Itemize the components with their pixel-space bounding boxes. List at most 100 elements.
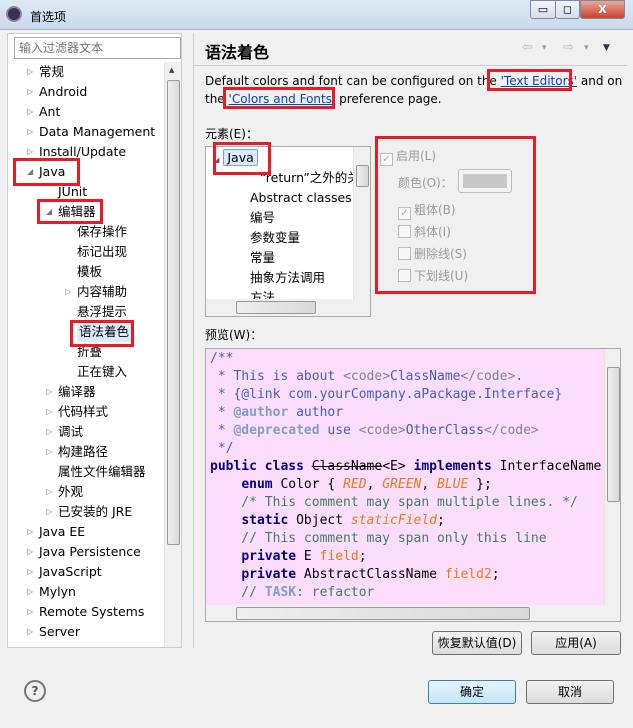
help-icon[interactable]: ? [24, 680, 46, 702]
preference-tree: ▷ 常规 ▷ Android ▷ Ant ▷ Data Management ▷ Install/… [8, 62, 168, 647]
tree-item-label: Android [39, 84, 88, 99]
tree-item-label: 悬浮提示 [77, 304, 128, 319]
preview-hscroll[interactable] [206, 605, 620, 621]
tree-item-label: Install/Update [39, 144, 127, 159]
cancel-button[interactable]: 取消 [526, 680, 614, 704]
expand-arrow-icon[interactable]: ▷ [46, 422, 52, 442]
element-hscroll[interactable] [206, 299, 370, 316]
expand-arrow-icon[interactable]: ▷ [65, 282, 71, 302]
expand-arrow-icon[interactable]: ▷ [27, 542, 33, 562]
code-token: */ [210, 441, 234, 456]
code-token: InterfaceName [491, 459, 602, 474]
code-token: Color { [272, 477, 344, 492]
restore-defaults-button[interactable]: 恢复默认值(D) [432, 631, 522, 655]
expand-arrow-icon[interactable]: ▷ [27, 522, 33, 542]
code-token: ClassName [311, 459, 383, 474]
forward-dropdown-icon[interactable]: ▾ [584, 43, 589, 53]
expand-arrow-icon[interactable]: ▷ [46, 442, 52, 462]
element-item[interactable]: 抽象方法调用 [250, 268, 325, 288]
code-token: BLUE [437, 477, 469, 492]
expand-arrow-icon[interactable]: ▷ [46, 382, 52, 402]
enable-checkbox[interactable]: ✓ 启用(L) [380, 147, 436, 166]
tree-item-label: 正在键入 [77, 364, 128, 379]
tree-item-label: Java Persistence [39, 544, 141, 559]
maximize-button[interactable]: ◻ [555, 0, 580, 19]
expand-arrow-icon[interactable]: ▷ [46, 402, 52, 422]
expand-arrow-icon[interactable]: ▷ [27, 102, 33, 122]
code-token: private [241, 549, 297, 564]
expand-arrow-icon[interactable]: ▷ [46, 482, 52, 502]
element-item[interactable]: “return”之外的关 [260, 168, 360, 188]
minimize-button[interactable]: ▭ [530, 0, 556, 19]
close-button[interactable]: X [580, 0, 625, 19]
tree-item-label: 标记出现 [77, 244, 128, 259]
tree-item-label: 编辑器 [58, 204, 96, 219]
code-token: Object [288, 513, 351, 528]
code-line: * {@link com.yourCompany.aPackage.Interf… [210, 386, 601, 404]
expand-arrow-icon[interactable]: ▷ [27, 122, 33, 142]
bold-checkbox[interactable]: ✓ 粗体(B) [398, 201, 456, 220]
code-line: static Object staticField; [210, 512, 601, 530]
element-item[interactable]: 参数变量 [250, 228, 300, 248]
code-line: private AbstractClassName field2; [210, 566, 601, 584]
apply-button[interactable]: 应用(A) [531, 631, 621, 655]
collapse-arrow-icon[interactable]: ◢ [27, 162, 33, 182]
expand-arrow-icon[interactable]: ▷ [27, 142, 33, 162]
expand-arrow-icon[interactable]: ▷ [27, 582, 33, 602]
code-token: . [515, 369, 524, 384]
element-item[interactable]: 常量 [250, 248, 275, 268]
code-token: </code> [460, 369, 516, 384]
element-item[interactable]: Abstract classes [250, 188, 352, 208]
code-token: ; [491, 567, 500, 582]
code-token: author [288, 405, 344, 420]
expand-arrow-icon[interactable]: ▷ [46, 502, 52, 522]
tree-scroll-thumb[interactable] [167, 80, 180, 545]
filter-input[interactable] [14, 37, 181, 59]
code-line: * @deprecated use <code>OtherClass</code… [210, 422, 601, 440]
italic-checkbox[interactable]: 斜体(I) [398, 223, 451, 240]
window-title: 首选项 [30, 10, 67, 24]
back-arrow-icon[interactable]: ⇦ [522, 40, 533, 55]
tree-item-label: 保存操作 [77, 224, 128, 239]
tree-item-label: 语法着色 [77, 322, 132, 342]
underline-checkbox[interactable]: 下划线(U) [398, 267, 468, 284]
expand-arrow-icon[interactable]: ▷ [27, 622, 33, 642]
expand-arrow-icon[interactable]: ▷ [27, 62, 33, 82]
element-item[interactable]: 编号 [250, 208, 275, 228]
code-line: * This is about <code>ClassName</code>. [210, 368, 601, 386]
code-token: use [319, 423, 359, 438]
code-token: AbstractClassName [296, 567, 445, 582]
tree-item-label: Java EE [39, 524, 86, 539]
preview-label: 预览(W)： [205, 328, 263, 342]
tree-item-label: 已安装的 JRE [58, 504, 133, 519]
element-vscroll[interactable] [353, 147, 370, 299]
element-java[interactable]: ◢ Java [214, 148, 258, 168]
code-line: * @author author [210, 404, 601, 422]
code-token: // [210, 585, 265, 600]
collapse-arrow-icon[interactable]: ◢ [46, 202, 52, 222]
expand-arrow-icon[interactable]: ▷ [27, 562, 33, 582]
forward-arrow-icon[interactable]: ⇨ [563, 40, 574, 55]
tree-item-label: 模板 [77, 264, 103, 279]
tree-scrollbar[interactable]: ▲ [164, 62, 181, 647]
preview-vscroll[interactable] [604, 349, 620, 605]
tree-item-label: Data Management [39, 124, 156, 139]
expand-arrow-icon[interactable]: ▷ [27, 602, 33, 622]
color-button[interactable] [458, 169, 512, 193]
back-dropdown-icon[interactable]: ▾ [542, 43, 547, 53]
colors-and-fonts-link[interactable]: 'Colors and Fonts' [229, 92, 336, 106]
code-line: */ [210, 440, 601, 458]
view-menu-icon[interactable]: ▼ [603, 43, 610, 53]
color-label: 颜色(O)： [398, 176, 453, 190]
tree-item-label: Mylyn [39, 584, 76, 599]
code-token: </code> [483, 423, 539, 438]
code-token: , [366, 477, 383, 492]
text-editors-link[interactable]: 'Text Editors' [501, 74, 577, 88]
ok-button[interactable]: 确定 [428, 680, 516, 704]
code-token: /** [210, 351, 234, 366]
tree-item-label: Java [39, 164, 66, 179]
expand-arrow-icon[interactable]: ▷ [27, 82, 33, 102]
strikethrough-checkbox[interactable]: 删除线(S) [398, 245, 467, 262]
